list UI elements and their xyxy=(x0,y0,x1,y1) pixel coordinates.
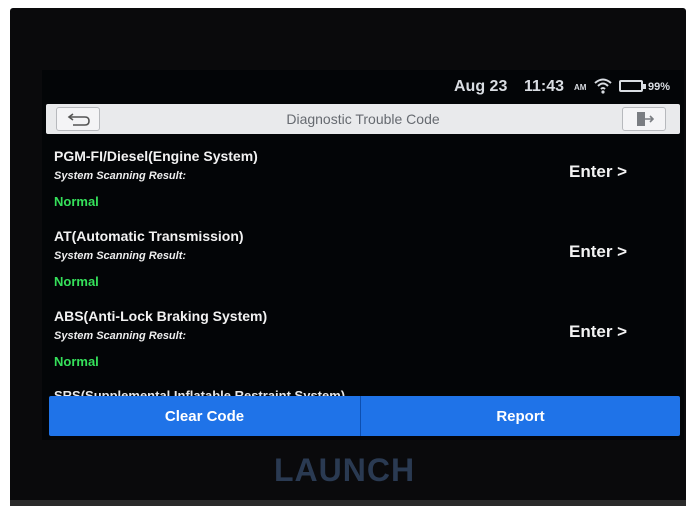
system-name: ABS(Anti-Lock Braking System) xyxy=(54,308,268,324)
exit-icon xyxy=(637,112,654,126)
clear-code-button[interactable]: Clear Code xyxy=(49,396,360,436)
scan-result-status: Normal xyxy=(54,354,99,369)
enter-button[interactable]: Enter > xyxy=(569,322,627,342)
enter-button[interactable]: Enter > xyxy=(569,162,627,182)
system-name: PGM-FI/Diesel(Engine System) xyxy=(54,148,258,164)
scan-result-label: System Scanning Result: xyxy=(54,250,187,262)
enter-button[interactable]: Enter > xyxy=(569,242,627,262)
status-date: Aug 23 xyxy=(454,78,508,95)
scan-result-label: System Scanning Result: xyxy=(54,330,187,342)
bottom-action-bar: Clear Code Report xyxy=(49,396,680,436)
screen: Aug 23 11:43 AM 99% Diagnostic Trouble C… xyxy=(42,70,684,440)
status-bar: Aug 23 11:43 AM 99% xyxy=(42,70,684,104)
brand-logo: LAUNCH xyxy=(273,452,416,488)
battery-percent: 99% xyxy=(648,81,671,93)
scan-result-status: Normal xyxy=(54,274,99,289)
wifi-icon xyxy=(594,78,612,94)
status-ampm: AM xyxy=(574,83,587,92)
status-time: 11:43 xyxy=(524,78,565,95)
system-name-partial[interactable]: SRS(Supplemental Inflatable Restraint Sy… xyxy=(54,388,345,396)
system-row[interactable]: AT(Automatic Transmission) System Scanni… xyxy=(42,214,684,294)
scan-result-status: Normal xyxy=(54,194,99,209)
page-title: Diagnostic Trouble Code xyxy=(286,111,440,127)
system-row[interactable]: ABS(Anti-Lock Braking System) System Sca… xyxy=(42,294,684,374)
system-list: PGM-FI/Diesel(Engine System) System Scan… xyxy=(42,134,684,396)
report-button[interactable]: Report xyxy=(361,396,680,436)
system-row[interactable]: PGM-FI/Diesel(Engine System) System Scan… xyxy=(42,134,684,214)
system-name: AT(Automatic Transmission) xyxy=(54,228,244,244)
exit-button[interactable] xyxy=(622,107,666,131)
title-bar: Diagnostic Trouble Code xyxy=(46,104,680,134)
device-edge xyxy=(10,500,686,506)
battery-icon xyxy=(619,80,646,92)
scan-result-label: System Scanning Result: xyxy=(54,170,187,182)
